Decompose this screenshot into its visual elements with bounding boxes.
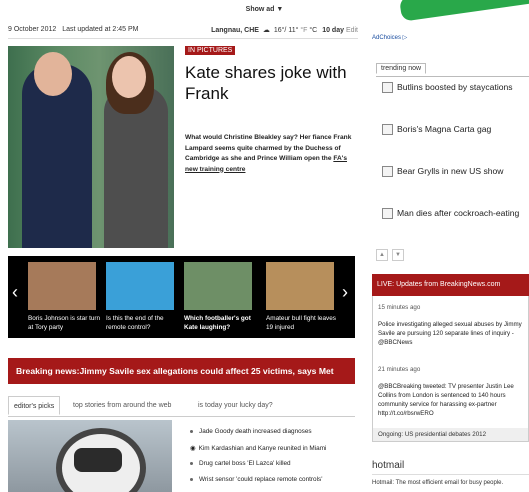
article-icon: [382, 82, 393, 94]
list-item[interactable]: Jade Goody death increased diagnoses: [190, 428, 360, 435]
lead-headline[interactable]: Kate shares joke with Frank: [185, 62, 360, 104]
divider: [376, 76, 529, 77]
carousel-next-arrow-icon[interactable]: ›: [342, 282, 348, 303]
live-item[interactable]: @BBCBreaking tweeted: TV presenter Justi…: [378, 382, 524, 426]
timestamp: 21 minutes ago: [378, 366, 421, 373]
ten-day-link[interactable]: 10 day: [322, 27, 344, 34]
photo-head-woman: [112, 56, 146, 98]
carousel-prev-arrow-icon[interactable]: ‹: [12, 282, 18, 303]
weather-widget: Langnau, CHE ☁ 16°/ 11° °F °C 10 day Edi…: [206, 26, 358, 34]
article-icon: [382, 124, 393, 136]
live-item[interactable]: Police investigating alleged sexual abus…: [378, 320, 524, 347]
date-text: 9 October 2012: [8, 26, 57, 33]
chevron-up-icon[interactable]: ▲: [376, 249, 388, 261]
adchoices-link[interactable]: AdChoices ▷: [372, 34, 407, 41]
editors-pick-photo[interactable]: [8, 420, 172, 492]
trending-item[interactable]: Butlins boosted by staycations: [382, 82, 513, 94]
carousel-thumbnail[interactable]: [28, 262, 96, 310]
lead-photo[interactable]: [8, 46, 174, 248]
timestamp: 15 minutes ago: [378, 304, 421, 311]
location-text: Langnau, CHE: [211, 27, 259, 34]
video-icon: ◉: [190, 445, 196, 452]
hotmail-heading: hotmail: [372, 460, 405, 471]
carousel-thumbnail[interactable]: [184, 262, 252, 310]
story-tabs: editor's picks top stories from around t…: [8, 396, 355, 417]
trending-item[interactable]: Man dies after cockroach-eating: [382, 208, 519, 220]
carousel-caption[interactable]: Boris Johnson is star turn at Tory party: [28, 314, 104, 332]
photo-carousel: ‹ › Boris Johnson is star turn at Tory p…: [8, 256, 355, 338]
live-updates-title[interactable]: LIVE: Updates from BreakingNews.com: [372, 274, 529, 296]
tab-top-stories[interactable]: top stories from around the web: [68, 396, 176, 415]
list-item[interactable]: Drug cartel boss 'El Lazca' killed: [190, 460, 360, 467]
carousel-caption[interactable]: Which footballer's got Kate laughing?: [184, 314, 260, 332]
breaking-news-banner[interactable]: Breaking news:Jimmy Savile sex allegatio…: [8, 358, 355, 384]
tab-trending-now[interactable]: trending now: [376, 63, 427, 74]
carousel-thumbnail[interactable]: [266, 262, 334, 310]
chevron-down-icon[interactable]: ▼: [392, 249, 404, 261]
list-item[interactable]: ◉ Kim Kardashian and Kanye reunited in Mi…: [190, 444, 360, 452]
hotmail-link[interactable]: Hotmail: The most efficient email for bu…: [372, 480, 503, 486]
tab-lucky-day[interactable]: is today your lucky day?: [193, 396, 278, 415]
temperature-text: 16°/ 11°: [273, 27, 299, 34]
carousel-caption[interactable]: Amateur bull fight leaves 19 injured: [266, 314, 342, 332]
show-ad-toggle[interactable]: Show ad ▼: [0, 6, 529, 13]
lead-teaser: What would Christine Bleakley say? Her f…: [185, 134, 352, 173]
tab-editors-picks[interactable]: editor's picks: [8, 396, 61, 415]
divider: [372, 474, 529, 475]
weather-icon: ☁: [262, 27, 270, 34]
edit-link[interactable]: Edit: [346, 27, 358, 34]
ongoing-link[interactable]: Ongoing: US presidential debates 2012: [373, 428, 528, 441]
units-c-toggle[interactable]: °C: [309, 27, 317, 34]
trending-item[interactable]: Bear Grylls in new US show: [382, 166, 504, 178]
article-icon: [382, 166, 393, 178]
article-icon: [382, 208, 393, 220]
list-item[interactable]: Wrist sensor 'could replace remote contr…: [190, 476, 360, 483]
carousel-thumbnail[interactable]: [106, 262, 174, 310]
section-badge[interactable]: IN PICTURES: [185, 46, 236, 55]
units-f-toggle[interactable]: °F: [300, 27, 307, 34]
trending-item[interactable]: Boris's Magna Carta gag: [382, 124, 491, 136]
photo-visor: [74, 448, 122, 472]
divider: [8, 38, 358, 39]
updated-text: Last updated at 2:45 PM: [62, 26, 139, 33]
photo-head-man: [34, 52, 72, 96]
carousel-caption[interactable]: Is this the end of the remote control?: [106, 314, 182, 332]
